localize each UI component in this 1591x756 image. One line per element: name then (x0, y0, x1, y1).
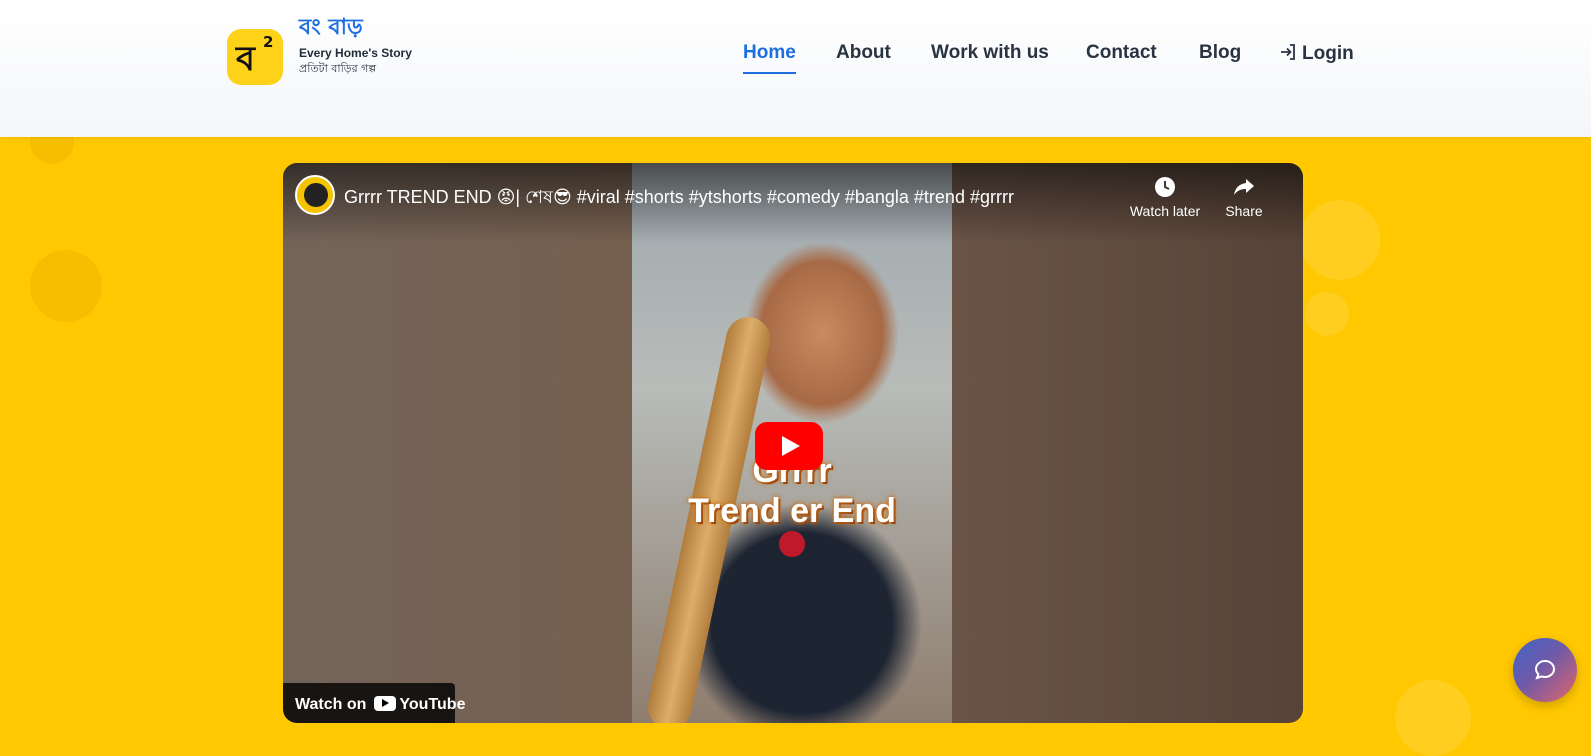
youtube-video-embed[interactable]: Grrrr TREND END 😡| শেষ😎 #viral #shorts #… (283, 163, 1303, 723)
nav-blog[interactable]: Blog (1199, 42, 1241, 72)
logo-superscript: 2 (263, 33, 274, 51)
nav-login[interactable]: Login (1278, 42, 1354, 72)
caption-line-2: Trend er End (688, 492, 896, 530)
logo-glyph: ব (236, 39, 255, 79)
youtube-label: YouTube (399, 696, 466, 713)
nav-contact[interactable]: Contact (1086, 42, 1157, 72)
decor-bubble (1305, 292, 1349, 336)
share-button[interactable]: Share (1204, 175, 1284, 219)
decor-bubble (1300, 200, 1380, 280)
nav-work-with-us[interactable]: Work with us (931, 42, 1049, 72)
login-arrow-icon (1281, 44, 1295, 60)
nav-home[interactable]: Home (743, 42, 796, 74)
brand-tagline: Every Home's Story (299, 46, 412, 60)
watch-on-youtube-button[interactable]: Watch on YouTube (283, 683, 465, 723)
brand-name[interactable]: বং বাড় (299, 10, 363, 47)
share-arrow-icon (1234, 179, 1254, 195)
brand-subtagline: প্রতিটা বাড়ির গল্প (299, 62, 377, 75)
video-title[interactable]: Grrrr TREND END 😡| শেষ😎 #viral #shorts #… (344, 183, 1014, 214)
login-label: Login (1302, 43, 1354, 64)
watch-later-label: Watch later (1129, 203, 1201, 219)
play-icon[interactable] (755, 422, 823, 470)
decor-bubble (1395, 680, 1471, 756)
nav-about[interactable]: About (836, 42, 891, 72)
clock-icon (1155, 177, 1175, 197)
site-logo[interactable]: ব 2 (227, 29, 283, 85)
chat-button[interactable] (1513, 638, 1577, 702)
youtube-logo-icon (374, 696, 397, 711)
watch-on-label: Watch on (295, 696, 367, 713)
channel-avatar[interactable] (295, 175, 335, 215)
share-label: Share (1225, 203, 1263, 219)
watch-later-button[interactable]: Watch later (1125, 175, 1205, 219)
decor-bubble (30, 250, 102, 322)
chat-bubble-icon (1534, 659, 1556, 680)
angry-emoji-icon (779, 531, 805, 557)
site-header: ব 2 বং বাড় Every Home's Story প্রতিটা ব… (0, 0, 1591, 137)
